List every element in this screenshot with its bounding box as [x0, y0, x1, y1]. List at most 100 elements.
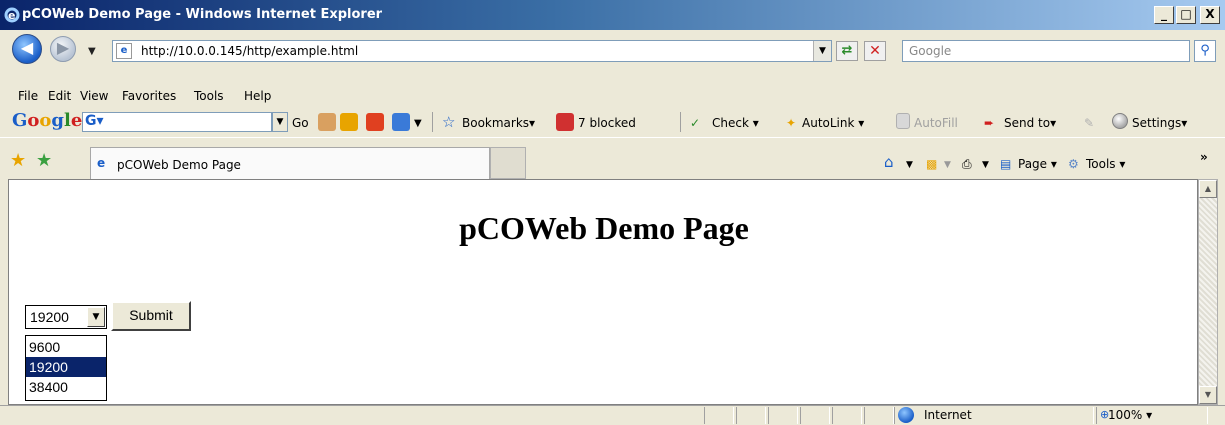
menu-file[interactable]: File: [18, 89, 38, 103]
send-to-icon: ➨: [984, 116, 995, 130]
toolbar-separator: [680, 112, 681, 132]
option-19200[interactable]: 19200: [26, 357, 106, 377]
menu-bar: [0, 85, 1225, 107]
spellcheck-button[interactable]: Check ▾: [712, 116, 759, 130]
pagerank-icon[interactable]: [318, 113, 336, 131]
baud-rate-select[interactable]: 19200 ▼: [25, 305, 107, 329]
svg-text:e: e: [8, 9, 15, 22]
status-segment: [864, 407, 894, 424]
baud-rate-options-list: 9600 19200 38400: [25, 335, 107, 401]
select-dropdown-icon[interactable]: ▼: [87, 307, 105, 327]
tools-gear-icon: ⚙: [1068, 157, 1079, 171]
title-bar: e pCOWeb Demo Page - Windows Internet Ex…: [0, 0, 1225, 30]
page-menu-button[interactable]: Page ▾: [1018, 157, 1057, 171]
status-segment: [768, 407, 798, 424]
address-url[interactable]: http://10.0.0.145/http/example.html: [141, 44, 358, 58]
status-segment: [704, 407, 734, 424]
internet-zone-icon: [898, 407, 914, 423]
back-button[interactable]: ◀: [12, 34, 42, 64]
feeds-icon[interactable]: ▩: [926, 157, 937, 171]
back-arrow-icon: ◀: [20, 38, 34, 57]
status-segment: [800, 407, 830, 424]
google-logo[interactable]: Google: [12, 110, 82, 131]
google-apps-dropdown-icon[interactable]: ▼: [414, 118, 422, 129]
print-dropdown-icon[interactable]: ▼: [982, 160, 989, 170]
favorites-center-icon[interactable]: ★: [10, 150, 26, 171]
menu-edit[interactable]: Edit: [48, 89, 71, 103]
home-icon[interactable]: ⌂: [884, 153, 894, 171]
send-to-button[interactable]: Send to▾: [1004, 116, 1056, 130]
settings-icon: [1112, 113, 1128, 129]
vertical-scrollbar[interactable]: [1198, 179, 1218, 405]
forward-button[interactable]: ▶: [50, 36, 76, 62]
status-segment: [736, 407, 766, 424]
option-9600[interactable]: 9600: [26, 337, 106, 357]
feeds-dropdown-icon[interactable]: ▼: [944, 160, 951, 170]
history-dropdown-icon[interactable]: ▼: [88, 46, 96, 57]
option-38400[interactable]: 38400: [26, 377, 106, 397]
window-title: pCOWeb Demo Page - Windows Internet Expl…: [22, 7, 383, 22]
google-search-dropdown-icon[interactable]: ▼: [272, 112, 288, 132]
zone-label: Internet: [924, 408, 972, 422]
page-menu-label: Page: [1018, 157, 1048, 171]
close-button[interactable]: X: [1200, 6, 1220, 24]
autolink-button[interactable]: AutoLink ▾: [802, 116, 864, 130]
page-menu-icon: ▤: [1000, 157, 1012, 171]
bookmarks-label: Bookmarks: [462, 116, 530, 130]
autofill-button[interactable]: AutoFill: [914, 116, 958, 130]
chevron-more-icon[interactable]: »: [1200, 150, 1208, 164]
search-input[interactable]: Google: [902, 40, 1190, 62]
menu-favorites[interactable]: Favorites: [122, 89, 176, 103]
page-heading: pCOWeb Demo Page: [459, 210, 749, 246]
menu-view[interactable]: View: [80, 89, 108, 103]
search-icon[interactable]: ⚲: [1194, 40, 1216, 62]
google-g-icon: G▾: [85, 113, 104, 129]
google-notebook-icon[interactable]: [340, 113, 358, 131]
status-segment: [832, 407, 862, 424]
tab-pcoweb-demo[interactable]: e pCOWeb Demo Page: [90, 147, 490, 179]
send-to-label: Send to: [1004, 116, 1051, 130]
new-tab-button[interactable]: [490, 147, 526, 179]
zoom-level[interactable]: 100% ▾: [1108, 408, 1152, 422]
tools-menu-label: Tools: [1086, 157, 1116, 171]
scroll-up-icon[interactable]: ▲: [1199, 180, 1217, 198]
bookmark-star-icon[interactable]: ☆: [442, 113, 455, 131]
tools-menu-button[interactable]: Tools ▾: [1086, 157, 1125, 171]
google-photos-icon[interactable]: [366, 113, 384, 131]
bookmarks-button[interactable]: Bookmarks▾: [462, 116, 535, 130]
minimize-button[interactable]: _: [1154, 6, 1174, 24]
check-label: Check: [712, 116, 749, 130]
tab-label: pCOWeb Demo Page: [117, 158, 241, 172]
google-go-button[interactable]: Go: [292, 116, 309, 130]
highlight-icon[interactable]: ✎: [1084, 116, 1094, 130]
home-dropdown-icon[interactable]: ▼: [906, 160, 913, 170]
page-icon: e: [116, 43, 132, 59]
address-dropdown-icon[interactable]: ▼: [813, 41, 831, 61]
menu-help[interactable]: Help: [244, 89, 271, 103]
address-field[interactable]: e http://10.0.0.145/http/example.html ▼: [112, 40, 832, 62]
print-icon[interactable]: ⎙: [962, 157, 972, 172]
toolbar-separator: [432, 112, 433, 132]
spellcheck-icon: ✓: [690, 116, 701, 130]
ie-page-icon: e: [97, 156, 106, 170]
add-favorite-icon[interactable]: ★: [36, 150, 52, 171]
autolink-label: AutoLink: [802, 116, 855, 130]
refresh-button[interactable]: ⇄: [836, 41, 858, 61]
popup-blocker-icon: [556, 113, 574, 131]
menu-tools[interactable]: Tools: [194, 89, 224, 103]
popups-blocked-button[interactable]: 7 blocked: [578, 116, 636, 130]
autolink-icon: ✦: [786, 116, 797, 130]
ie-logo-icon: e: [4, 7, 20, 23]
forward-arrow-icon: ▶: [56, 38, 70, 57]
maximize-button[interactable]: □: [1176, 6, 1196, 24]
google-search-input[interactable]: G▾: [82, 112, 272, 132]
submit-button[interactable]: Submit: [111, 301, 191, 331]
google-apps-icon[interactable]: [392, 113, 410, 131]
stop-button[interactable]: ✕: [864, 41, 886, 61]
autofill-icon: [896, 113, 910, 129]
zoom-value: 100%: [1108, 408, 1143, 422]
settings-button[interactable]: Settings▾: [1132, 116, 1187, 130]
settings-label: Settings: [1132, 116, 1182, 130]
search-placeholder: Google: [909, 44, 952, 58]
scroll-down-icon[interactable]: ▼: [1199, 386, 1217, 404]
